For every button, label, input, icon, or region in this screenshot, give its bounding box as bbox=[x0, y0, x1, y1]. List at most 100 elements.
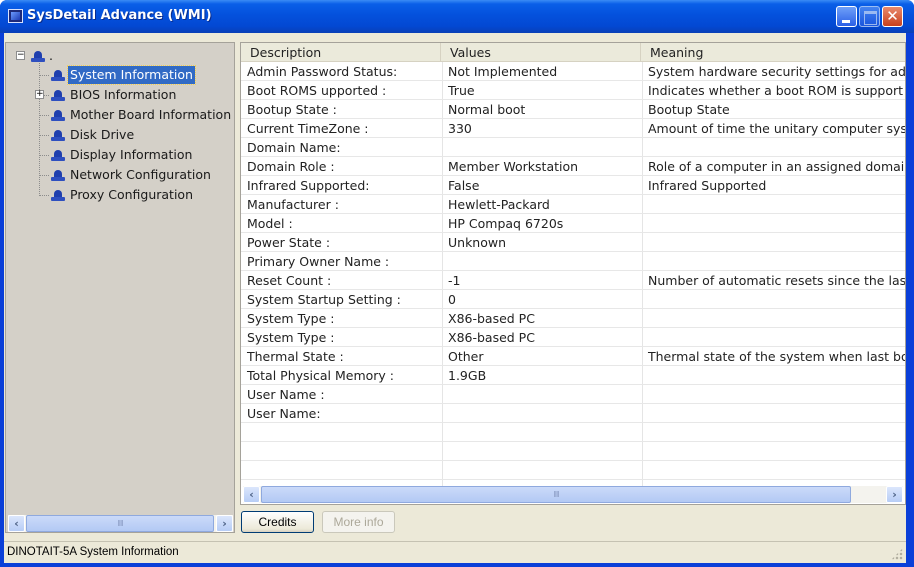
scroll-right-button[interactable]: › bbox=[216, 515, 233, 532]
cell-description: System Type : bbox=[247, 311, 335, 326]
cell-value: Not Implemented bbox=[448, 64, 558, 79]
column-header-meaning[interactable]: Meaning bbox=[641, 43, 905, 62]
cell-description: Model : bbox=[247, 216, 293, 231]
table-row[interactable]: Boot ROMS upported : True Indicates wheth… bbox=[241, 81, 905, 100]
table-row[interactable]: Thermal State : Other Thermal state of the… bbox=[241, 347, 905, 366]
table-row[interactable]: User Name: bbox=[241, 404, 905, 423]
cell-meaning: Bootup State bbox=[648, 102, 730, 117]
cell-meaning bbox=[642, 385, 905, 404]
table-row[interactable] bbox=[241, 461, 905, 480]
cell-meaning bbox=[642, 252, 905, 271]
cell-description: Primary Owner Name : bbox=[247, 254, 390, 269]
table-row[interactable]: Bootup State : Normal boot Bootup State bbox=[241, 100, 905, 119]
cell-description: Total Physical Memory : bbox=[247, 368, 395, 383]
tree-item-system-information[interactable]: System Information bbox=[6, 65, 234, 85]
cell-description: User Name : bbox=[247, 387, 325, 402]
cell-meaning bbox=[642, 195, 905, 214]
cell-description: Current TimeZone : bbox=[247, 121, 369, 136]
list-header: Description Values Meaning bbox=[241, 43, 905, 62]
table-row[interactable] bbox=[241, 423, 905, 442]
table-row[interactable]: System Startup Setting : 0 bbox=[241, 290, 905, 309]
table-row[interactable]: Total Physical Memory : 1.9GB bbox=[241, 366, 905, 385]
app-window: SysDetail Advance (WMI) ✕ − . System Inf… bbox=[0, 0, 914, 567]
credits-button[interactable]: Credits bbox=[241, 511, 314, 533]
network-computer-icon bbox=[51, 169, 65, 181]
column-header-description[interactable]: Description bbox=[241, 43, 441, 62]
cell-description: Power State : bbox=[247, 235, 331, 250]
cell-meaning: Infrared Supported bbox=[648, 178, 767, 193]
cell-value bbox=[442, 423, 642, 442]
table-row[interactable]: System Type : X86-based PC bbox=[241, 309, 905, 328]
cell-description: Bootup State : bbox=[247, 102, 337, 117]
table-row[interactable]: Power State : Unknown bbox=[241, 233, 905, 252]
cell-description: Reset Count : bbox=[247, 273, 332, 288]
table-row[interactable]: Reset Count : -1 Number of automatic reset… bbox=[241, 271, 905, 290]
cell-value: 330 bbox=[448, 121, 472, 136]
cell-value bbox=[442, 252, 642, 271]
collapse-icon[interactable]: − bbox=[16, 51, 25, 60]
details-list-view[interactable]: Description Values Meaning Admin Passwor… bbox=[240, 42, 906, 505]
table-row[interactable]: Domain Role : Member Workstation Role of a… bbox=[241, 157, 905, 176]
cell-meaning bbox=[642, 138, 905, 157]
table-row[interactable]: Primary Owner Name : bbox=[241, 252, 905, 271]
cell-description: Domain Role : bbox=[247, 159, 335, 174]
cell-value: 1.9GB bbox=[448, 368, 487, 383]
tree-item-label: System Information bbox=[67, 65, 196, 85]
scroll-left-button[interactable]: ‹ bbox=[243, 486, 260, 503]
tree-item-disk-drive[interactable]: Disk Drive bbox=[6, 126, 234, 144]
tree-item-proxy-configuration[interactable]: Proxy Configuration bbox=[6, 186, 234, 204]
tree-item-network-configuration[interactable]: Network Configuration bbox=[6, 166, 234, 184]
scroll-right-button[interactable]: › bbox=[886, 486, 903, 503]
table-row[interactable]: Model : HP Compaq 6720s bbox=[241, 214, 905, 233]
table-row[interactable]: Domain Name: bbox=[241, 138, 905, 157]
more-info-button[interactable]: More info bbox=[322, 511, 395, 533]
resize-grip-icon[interactable] bbox=[891, 548, 903, 560]
close-button[interactable]: ✕ bbox=[882, 6, 903, 27]
column-header-values[interactable]: Values bbox=[441, 43, 641, 62]
cell-value: True bbox=[448, 83, 475, 98]
table-row[interactable]: Manufacturer : Hewlett-Packard bbox=[241, 195, 905, 214]
title-bar[interactable]: SysDetail Advance (WMI) ✕ bbox=[0, 0, 914, 33]
cell-meaning bbox=[642, 461, 905, 480]
cell-meaning bbox=[642, 442, 905, 461]
table-row[interactable]: Infrared Supported: False Infrared Support… bbox=[241, 176, 905, 195]
cell-value: X86-based PC bbox=[448, 311, 535, 326]
tree-horizontal-scrollbar[interactable]: ‹ IIII › bbox=[8, 515, 233, 532]
scroll-left-button[interactable]: ‹ bbox=[8, 515, 25, 532]
status-bar: DINOTAIT-5A System Information bbox=[4, 541, 906, 563]
maximize-button[interactable] bbox=[859, 6, 880, 27]
tree-item-label: Proxy Configuration bbox=[70, 187, 193, 202]
tree-view[interactable]: − . System Information + BIOS Informatio… bbox=[5, 42, 235, 533]
scroll-thumb[interactable]: IIII bbox=[26, 515, 214, 532]
cell-value: HP Compaq 6720s bbox=[448, 216, 564, 231]
cell-meaning bbox=[642, 404, 905, 423]
table-row[interactable]: Current TimeZone : 330 Amount of time the … bbox=[241, 119, 905, 138]
cell-meaning bbox=[642, 214, 905, 233]
network-computer-icon bbox=[51, 89, 65, 101]
table-row[interactable]: User Name : bbox=[241, 385, 905, 404]
tree-item-bios-information[interactable]: + BIOS Information bbox=[6, 86, 234, 104]
cell-value: Normal boot bbox=[448, 102, 526, 117]
cell-value: -1 bbox=[448, 273, 461, 288]
scroll-thumb[interactable]: IIII bbox=[261, 486, 851, 503]
status-text: DINOTAIT-5A System Information bbox=[7, 546, 179, 558]
cell-meaning: Number of automatic resets since the las… bbox=[648, 273, 906, 288]
tree-root[interactable]: − . bbox=[6, 47, 106, 65]
cell-value bbox=[442, 385, 642, 404]
table-row[interactable]: Admin Password Status: Not Implemented Sys… bbox=[241, 62, 905, 81]
cell-value: Unknown bbox=[448, 235, 507, 250]
app-icon bbox=[8, 9, 23, 23]
minimize-button[interactable] bbox=[836, 6, 857, 27]
tree-item-label: BIOS Information bbox=[70, 87, 177, 102]
tree-item-display-information[interactable]: Display Information bbox=[6, 146, 234, 164]
tree-item-mother-board-information[interactable]: Mother Board Information bbox=[6, 106, 234, 124]
cell-meaning bbox=[642, 233, 905, 252]
cell-meaning: Indicates whether a boot ROM is support bbox=[648, 83, 904, 98]
network-computer-icon bbox=[51, 129, 65, 141]
table-row[interactable] bbox=[241, 442, 905, 461]
table-row[interactable]: System Type : X86-based PC bbox=[241, 328, 905, 347]
list-horizontal-scrollbar[interactable]: ‹ IIII › bbox=[243, 486, 903, 503]
cell-meaning bbox=[642, 366, 905, 385]
expand-icon[interactable]: + bbox=[35, 90, 44, 99]
tree-root-label: . bbox=[49, 48, 53, 63]
